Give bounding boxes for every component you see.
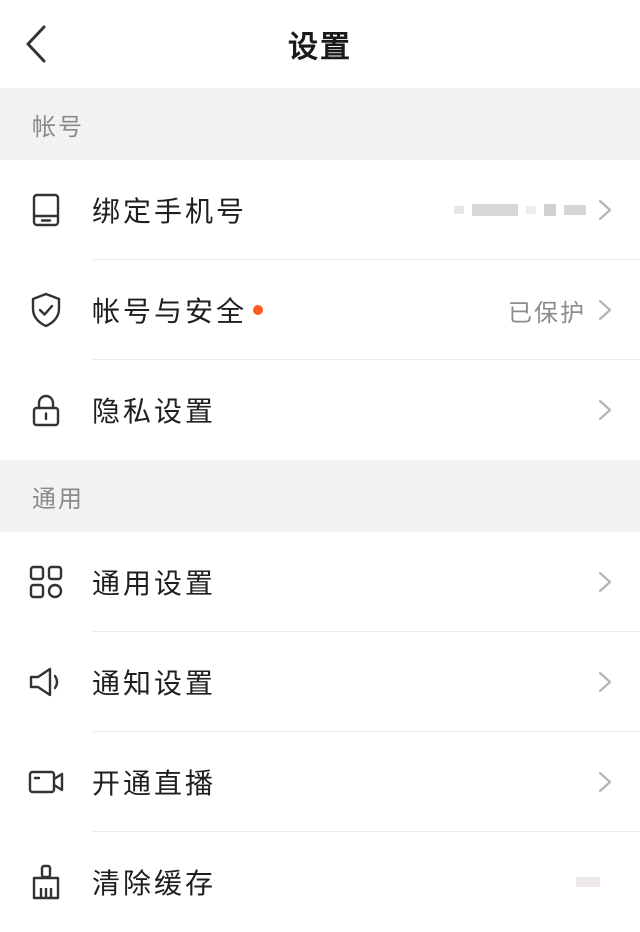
video-camera-icon	[0, 732, 92, 832]
privacy-settings-row[interactable]: 隐私设置	[0, 360, 640, 460]
section-header-general: 通用	[0, 460, 640, 532]
bind-phone-label: 绑定手机号	[92, 195, 248, 228]
shield-icon	[0, 260, 92, 360]
chevron-right-icon	[598, 399, 612, 421]
general-settings-row[interactable]: 通用设置	[0, 532, 640, 632]
section-header-account: 帐号	[0, 88, 640, 160]
privacy-settings-label: 隐私设置	[92, 395, 217, 428]
chevron-right-icon	[598, 771, 612, 793]
account-security-row[interactable]: 帐号与安全 已保护	[0, 260, 640, 360]
grid-icon	[0, 532, 92, 632]
account-security-label: 帐号与安全	[92, 290, 264, 330]
general-settings-label: 通用设置	[92, 567, 217, 600]
back-button[interactable]	[18, 24, 54, 64]
notification-settings-row[interactable]: 通知设置	[0, 632, 640, 732]
phone-icon	[0, 160, 92, 260]
notification-dot	[253, 305, 264, 315]
chevron-right-icon	[598, 299, 612, 321]
bind-phone-row[interactable]: 绑定手机号	[0, 160, 640, 260]
page-title: 设置	[288, 30, 352, 65]
chevron-right-icon	[598, 671, 612, 693]
lock-icon	[0, 360, 92, 460]
clear-cache-row[interactable]: 清除缓存	[0, 832, 640, 932]
chevron-right-icon	[598, 571, 612, 593]
masked-phone-value	[454, 204, 586, 216]
top-bar: 设置	[0, 0, 640, 88]
speaker-icon	[0, 632, 92, 732]
security-status: 已保护	[508, 298, 586, 327]
notification-settings-label: 通知设置	[92, 667, 217, 700]
masked-cache-value	[576, 877, 600, 887]
chevron-left-icon	[26, 25, 46, 63]
open-live-row[interactable]: 开通直播	[0, 732, 640, 832]
brush-icon	[0, 832, 92, 932]
chevron-right-icon	[598, 199, 612, 221]
clear-cache-label: 清除缓存	[92, 867, 217, 900]
open-live-label: 开通直播	[92, 767, 217, 800]
